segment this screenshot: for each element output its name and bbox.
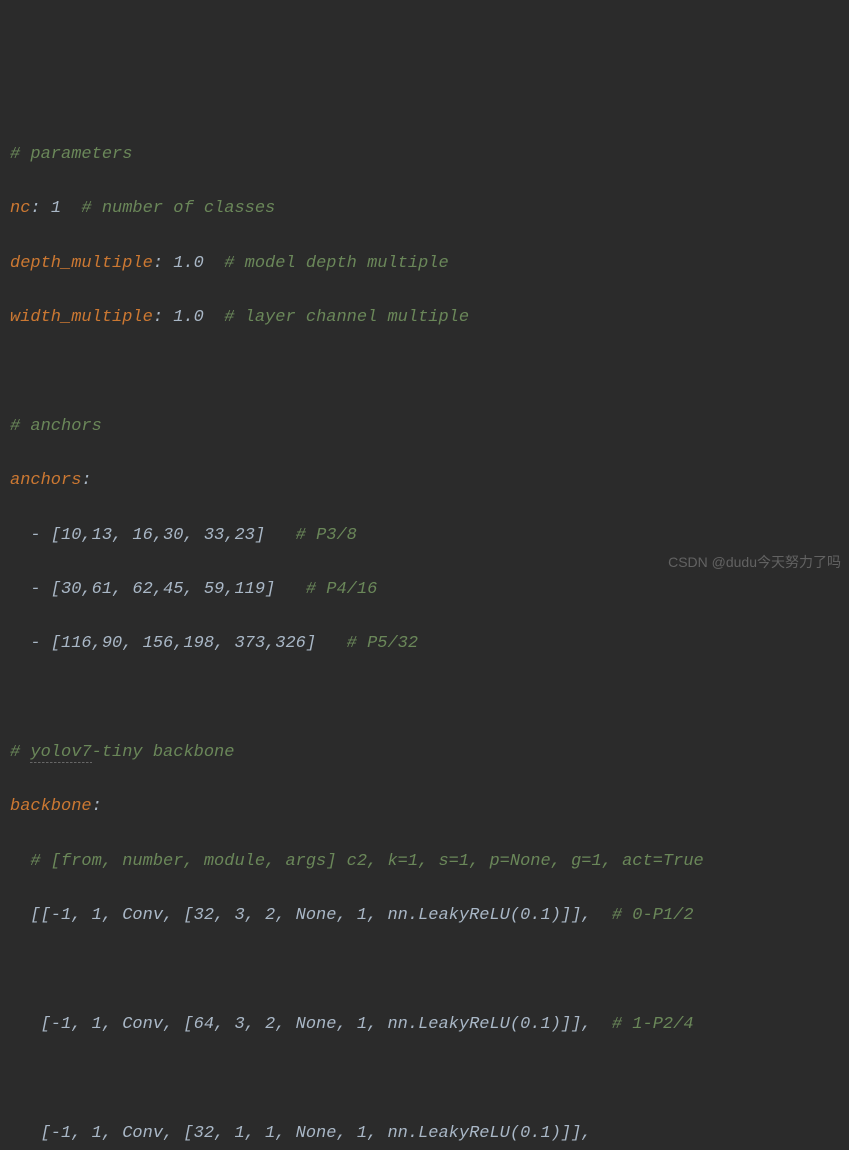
code-line: nc: 1 # number of classes	[10, 195, 839, 222]
code-line: depth_multiple: 1.0 # model depth multip…	[10, 250, 839, 277]
comment-backbone-header: # yolov7-tiny backbone	[10, 743, 234, 763]
code-line: - [30,61, 62,45, 59,119] # P4/16	[10, 576, 839, 603]
code-line: # parameters	[10, 141, 839, 168]
code-line: [-1, 1, Conv, [32, 1, 1, None, 1, nn.Lea…	[10, 1120, 839, 1147]
code-line: - [116,90, 156,198, 373,326] # P5/32	[10, 630, 839, 657]
code-line: # anchors	[10, 413, 839, 440]
comment-p3: # P3/8	[296, 526, 357, 545]
code-line: backbone:	[10, 793, 839, 820]
code-line: # [from, number, module, args] c2, k=1, …	[10, 848, 839, 875]
comment-args-header: # [from, number, module, args] c2, k=1, …	[30, 852, 703, 871]
yaml-key-nc: nc	[10, 199, 30, 218]
watermark-text: CSDN @dudu今天努力了吗	[668, 551, 841, 573]
comment-p4: # P4/16	[306, 580, 377, 599]
comment-anchors-header: # anchors	[10, 417, 102, 436]
yaml-key-backbone: backbone	[10, 797, 92, 816]
anchor-p3: [10,13, 16,30, 33,23]	[51, 526, 265, 545]
comment-parameters: # parameters	[10, 145, 132, 164]
code-line: [-1, 1, Conv, [64, 3, 2, None, 1, nn.Lea…	[10, 1011, 839, 1038]
code-block: # parameters nc: 1 # number of classes d…	[10, 114, 839, 1150]
code-line: anchors:	[10, 467, 839, 494]
comment-p5: # P5/32	[347, 634, 418, 653]
comment-nc: # number of classes	[81, 199, 275, 218]
code-line: - [10,13, 16,30, 33,23] # P3/8	[10, 522, 839, 549]
anchor-p5: [116,90, 156,198, 373,326]	[51, 634, 316, 653]
comment-width: # layer channel multiple	[224, 308, 469, 327]
blank-line	[10, 358, 839, 385]
code-line: # yolov7-tiny backbone	[10, 739, 839, 766]
backbone-layer-0: [[-1, 1, Conv, [32, 3, 2, None, 1, nn.Le…	[30, 906, 591, 925]
anchor-p4: [30,61, 62,45, 59,119]	[51, 580, 275, 599]
code-line: width_multiple: 1.0 # layer channel mult…	[10, 304, 839, 331]
comment-layer-0: # 0-P1/2	[612, 906, 694, 925]
underlined-text: yolov7	[30, 743, 91, 763]
blank-line	[10, 1065, 839, 1092]
backbone-layer-2: [-1, 1, Conv, [32, 1, 1, None, 1, nn.Lea…	[41, 1124, 592, 1143]
backbone-layer-1: [-1, 1, Conv, [64, 3, 2, None, 1, nn.Lea…	[41, 1015, 592, 1034]
comment-depth: # model depth multiple	[224, 254, 448, 273]
code-line: [[-1, 1, Conv, [32, 3, 2, None, 1, nn.Le…	[10, 902, 839, 929]
yaml-key-width: width_multiple	[10, 308, 153, 327]
yaml-key-anchors: anchors	[10, 471, 81, 490]
comment-layer-1: # 1-P2/4	[612, 1015, 694, 1034]
blank-line	[10, 685, 839, 712]
yaml-key-depth: depth_multiple	[10, 254, 153, 273]
blank-line	[10, 957, 839, 984]
